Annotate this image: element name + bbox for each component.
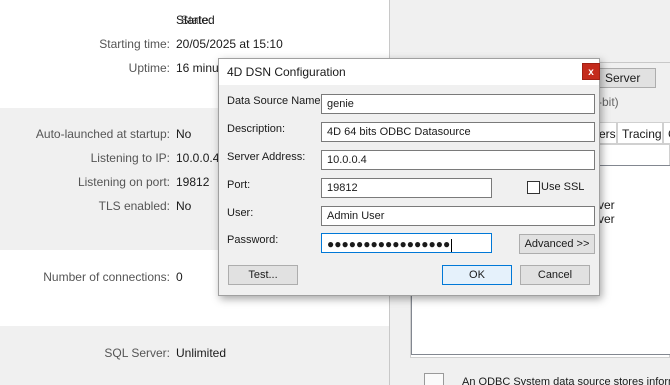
sql-server-value: Unlimited [176,346,227,360]
info-text: An ODBC System data source stores inform… [462,376,670,385]
ok-button[interactable]: OK [442,265,512,285]
uptime-label: Uptime: [128,61,170,75]
use-ssl-label[interactable]: Use SSL [541,181,584,193]
list-item[interactable]: ver [598,198,615,212]
listening-ip-label: Listening to IP: [90,151,170,165]
listening-port-label: Listening on port: [77,175,170,189]
tab-connection-pooling[interactable]: C [663,122,670,144]
user-input[interactable]: Admin User [321,206,595,226]
info-icon [424,373,444,385]
server-address-input[interactable]: 10.0.0.4 [321,150,595,170]
connections-value: 0 [176,270,183,284]
description-label: Description: [227,123,286,135]
odbc-tab-strip: ers Tracing C [595,122,670,144]
password-mask: ●●●●●●●●●●●●●●●●● [327,237,451,251]
dsn-configuration-dialog: 4D DSN Configuration x Data Source Name:… [218,58,600,296]
use-ssl-checkbox[interactable] [527,181,540,194]
auto-launched-value: No [176,127,192,141]
state-value: Started [176,13,215,27]
close-icon[interactable]: x [582,63,600,80]
starting-time-label: Starting time: [99,37,170,51]
cancel-button[interactable]: Cancel [520,265,590,285]
password-input[interactable]: ●●●●●●●●●●●●●●●●● [321,233,492,253]
listening-port-value: 19812 [176,175,210,189]
server-button[interactable]: Server [598,68,656,88]
listening-ip-value: 10.0.0.4 [176,151,220,165]
advanced-button[interactable]: Advanced >> [519,234,595,254]
port-label: Port: [227,179,251,191]
bitness-label: -bit) [598,95,619,109]
tls-enabled-label: TLS enabled: [98,199,170,213]
starting-time-value: 20/05/2025 at 15:10 [176,37,283,51]
dialog-titlebar[interactable]: 4D DSN Configuration x [219,59,600,85]
password-label: Password: [227,234,279,246]
sql-server-label: SQL Server: [104,346,170,360]
tls-enabled-value: No [176,199,192,213]
data-source-name-input[interactable]: genie [321,94,595,114]
list-item[interactable]: ver [598,212,615,226]
dialog-title: 4D DSN Configuration [227,65,346,79]
data-source-name-label: Data Source Name: [227,95,324,107]
description-input[interactable]: 4D 64 bits ODBC Datasource [321,122,595,142]
test-button[interactable]: Test... [228,265,298,285]
server-address-label: Server Address: [227,151,306,163]
user-label: User: [227,207,254,219]
auto-launched-label: Auto-launched at startup: [35,127,170,141]
text-caret [451,238,453,252]
uptime-value: 16 minut [176,61,223,75]
connections-label: Number of connections: [43,270,170,284]
tab-tracing[interactable]: Tracing [617,122,663,144]
port-input[interactable]: 19812 [321,178,492,198]
